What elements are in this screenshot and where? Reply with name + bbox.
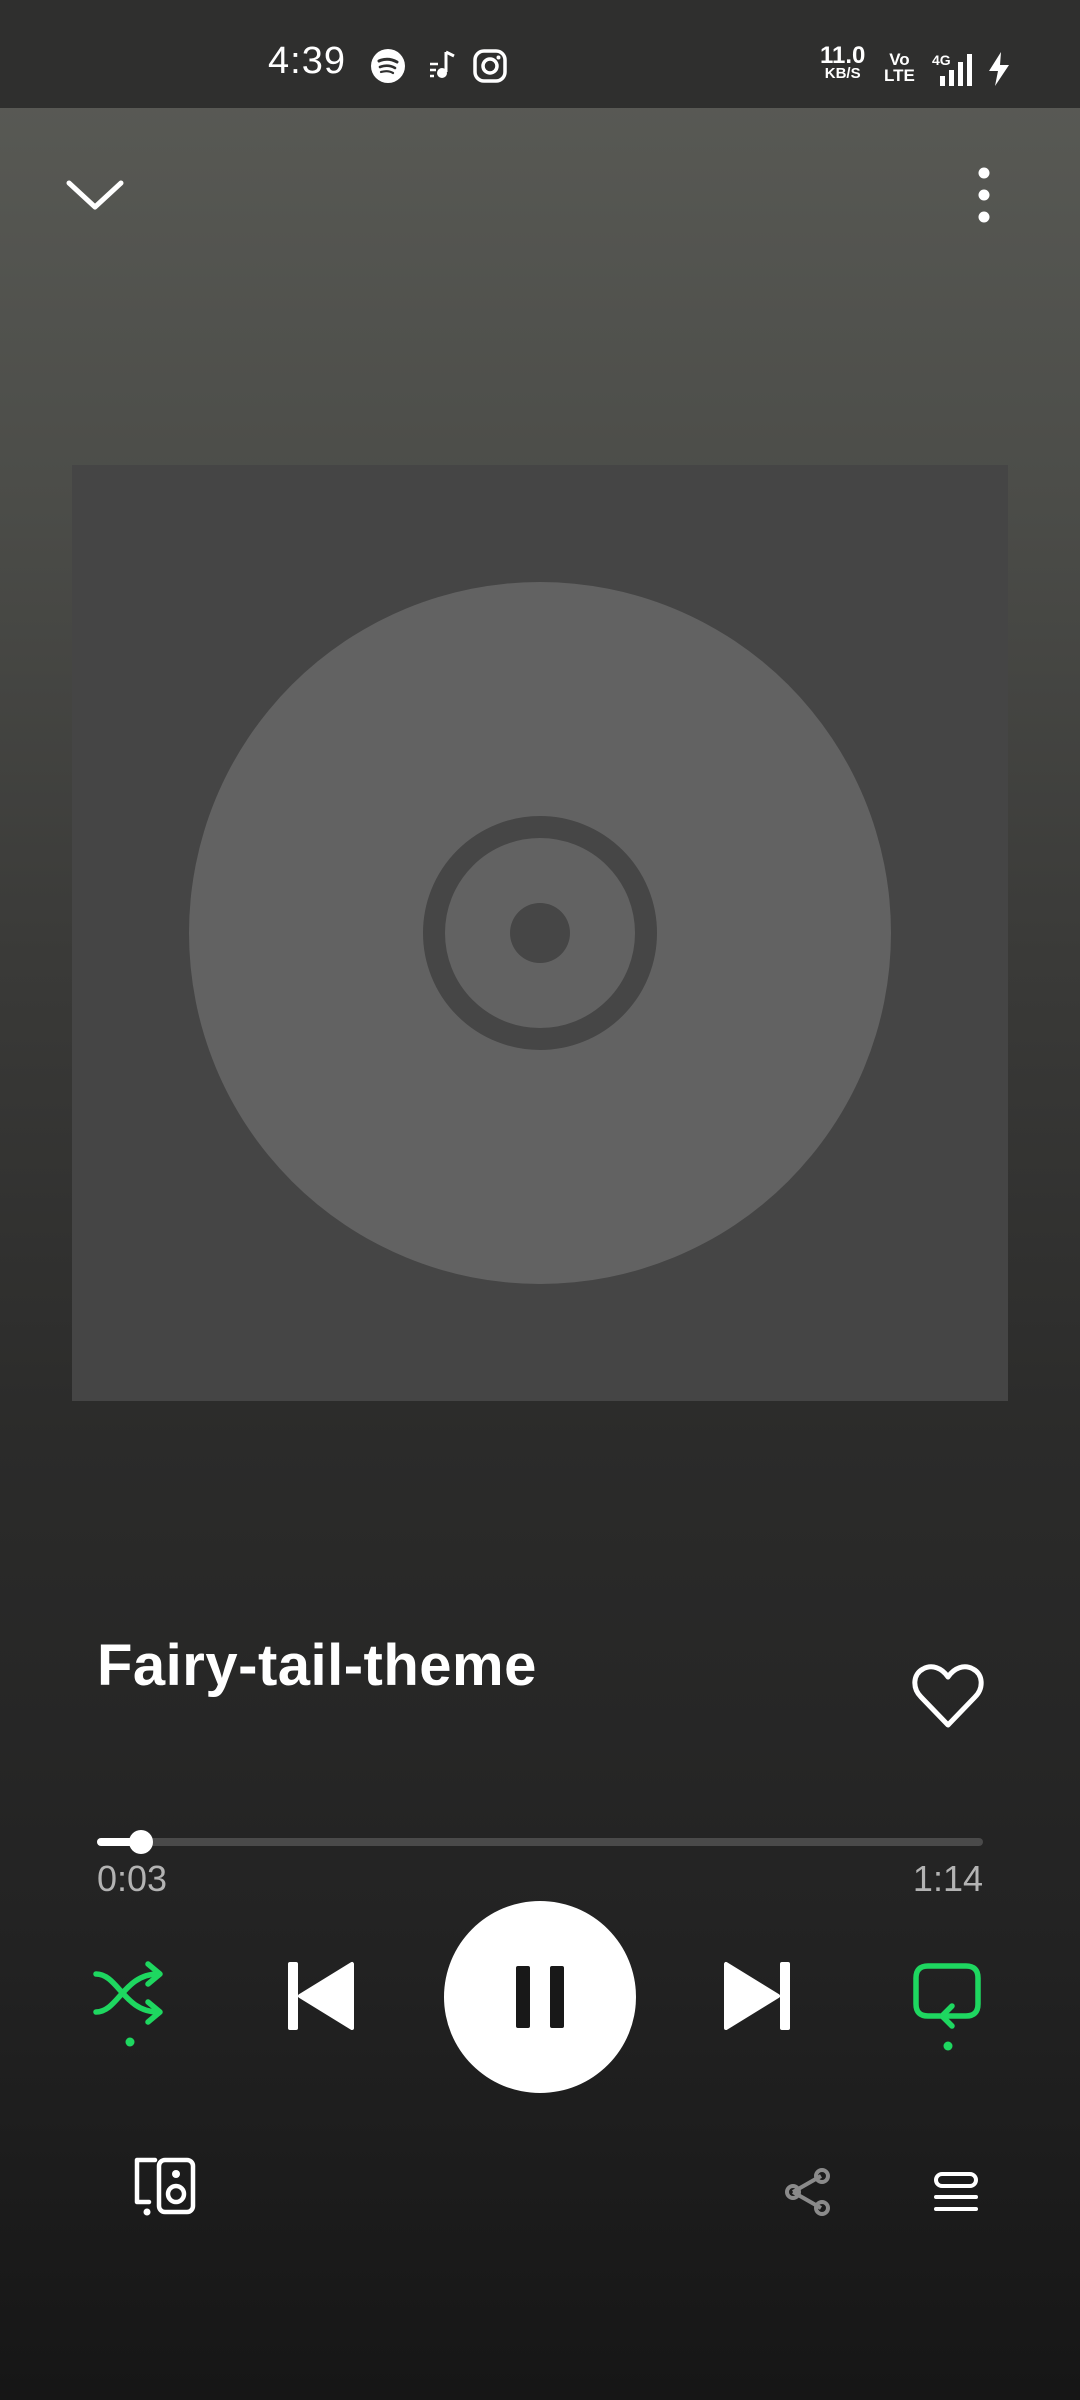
queue-button[interactable] — [928, 2164, 984, 2220]
more-options-button[interactable] — [954, 150, 1014, 240]
shuffle-button[interactable] — [90, 1956, 170, 2050]
collapse-button[interactable] — [52, 160, 138, 230]
status-time: 4:39 — [268, 40, 346, 82]
skip-back-icon — [288, 1962, 354, 2030]
next-button[interactable] — [722, 1958, 792, 2034]
signal-indicator: 4G — [924, 52, 980, 88]
disc-icon — [189, 582, 891, 1284]
progress-handle[interactable] — [129, 1830, 154, 1854]
repeat-button[interactable] — [910, 1960, 990, 2054]
shuffle-active-dot — [125, 2037, 135, 2047]
signal-icon — [940, 54, 972, 86]
track-title: Fairy-tail-theme — [97, 1633, 537, 1698]
connect-device-button[interactable] — [128, 2150, 200, 2222]
volte-bottom: LTE — [884, 66, 915, 85]
share-icon — [785, 2168, 830, 2216]
more-vertical-icon — [978, 167, 990, 223]
heart-icon — [912, 1664, 984, 1728]
volte-indicator: Vo LTE — [884, 51, 915, 85]
album-art — [72, 465, 1008, 1401]
shuffle-icon — [93, 1961, 163, 2047]
queue-icon — [934, 2172, 978, 2211]
instagram-icon — [473, 49, 507, 83]
repeat-active-dot — [943, 2041, 953, 2051]
network-speed: 11.0 KB/S — [820, 44, 865, 82]
devices-icon — [134, 2157, 196, 2216]
status-bar: 4:39 11.0 KB/S Vo LTE 4G — [0, 0, 1080, 108]
progress-bar[interactable] — [97, 1830, 983, 1854]
chevron-down-icon — [66, 180, 124, 210]
repeat-icon — [913, 1963, 981, 2051]
pause-icon — [516, 1966, 564, 2028]
skip-forward-icon — [724, 1962, 790, 2030]
share-button[interactable] — [780, 2164, 836, 2220]
elapsed-time: 0:03 — [97, 1858, 168, 1899]
pause-button[interactable] — [444, 1901, 636, 2093]
spotify-icon — [371, 49, 405, 83]
charging-icon — [989, 52, 1009, 86]
previous-button[interactable] — [286, 1958, 356, 2034]
track-duration: 1:14 — [912, 1858, 983, 1899]
like-button[interactable] — [902, 1654, 994, 1740]
network-speed-unit: KB/S — [824, 65, 861, 82]
music-note-icon — [430, 50, 455, 78]
